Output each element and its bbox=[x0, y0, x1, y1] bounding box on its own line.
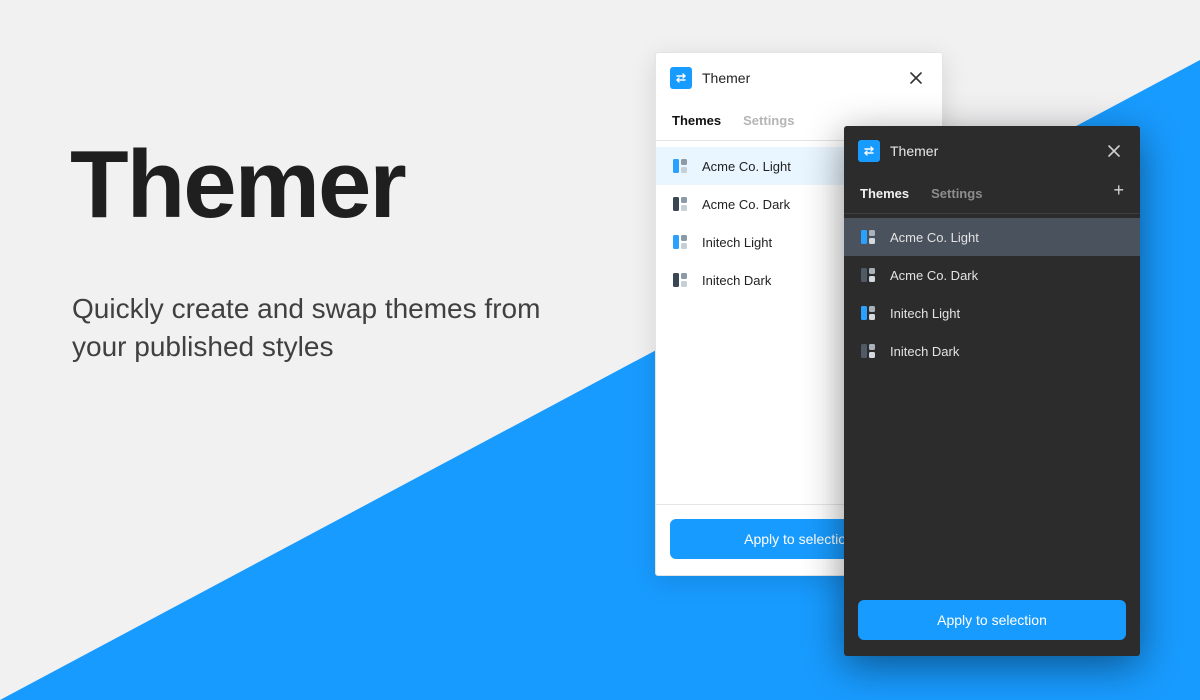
theme-swatch-icon bbox=[672, 195, 690, 213]
theme-label: Initech Dark bbox=[702, 273, 771, 288]
theme-label: Acme Co. Light bbox=[890, 230, 979, 245]
close-button[interactable] bbox=[1104, 141, 1124, 161]
theme-label: Initech Light bbox=[702, 235, 772, 250]
theme-row[interactable]: Acme Co. Dark bbox=[844, 256, 1140, 294]
theme-swatch-icon bbox=[860, 304, 878, 322]
theme-row[interactable]: Initech Light bbox=[844, 294, 1140, 332]
tab-themes[interactable]: Themes bbox=[860, 176, 909, 213]
theme-list: Acme Co. Light Acme Co. Dark Initech Lig… bbox=[844, 214, 1140, 586]
tab-settings[interactable]: Settings bbox=[743, 103, 794, 140]
panel-header: Themer bbox=[656, 53, 942, 103]
theme-swatch-icon bbox=[860, 342, 878, 360]
theme-swatch-icon bbox=[860, 266, 878, 284]
panel-header: Themer bbox=[844, 126, 1140, 176]
panel-title: Themer bbox=[702, 70, 750, 86]
theme-swatch-icon bbox=[672, 157, 690, 175]
theme-label: Initech Light bbox=[890, 306, 960, 321]
themer-panel-dark: Themer Themes Settings + Acme Co. Light … bbox=[844, 126, 1140, 656]
theme-label: Acme Co. Dark bbox=[890, 268, 978, 283]
tab-settings[interactable]: Settings bbox=[931, 176, 982, 213]
theme-row[interactable]: Initech Dark bbox=[844, 332, 1140, 370]
tabs: Themes Settings + bbox=[844, 176, 1140, 214]
tab-themes[interactable]: Themes bbox=[672, 103, 721, 140]
theme-label: Initech Dark bbox=[890, 344, 959, 359]
theme-row[interactable]: Acme Co. Light bbox=[844, 218, 1140, 256]
theme-label: Acme Co. Dark bbox=[702, 197, 790, 212]
hero-subtitle: Quickly create and swap themes from your… bbox=[72, 290, 592, 366]
swap-arrows-icon bbox=[858, 140, 880, 162]
apply-button[interactable]: Apply to selection bbox=[858, 600, 1126, 640]
theme-swatch-icon bbox=[672, 271, 690, 289]
hero-title: Themer bbox=[70, 130, 405, 240]
panel-title: Themer bbox=[890, 143, 938, 159]
theme-label: Acme Co. Light bbox=[702, 159, 791, 174]
theme-swatch-icon bbox=[672, 233, 690, 251]
close-button[interactable] bbox=[906, 68, 926, 88]
add-theme-button[interactable]: + bbox=[1113, 180, 1124, 209]
theme-swatch-icon bbox=[860, 228, 878, 246]
swap-arrows-icon bbox=[670, 67, 692, 89]
panel-footer: Apply to selection bbox=[844, 586, 1140, 656]
